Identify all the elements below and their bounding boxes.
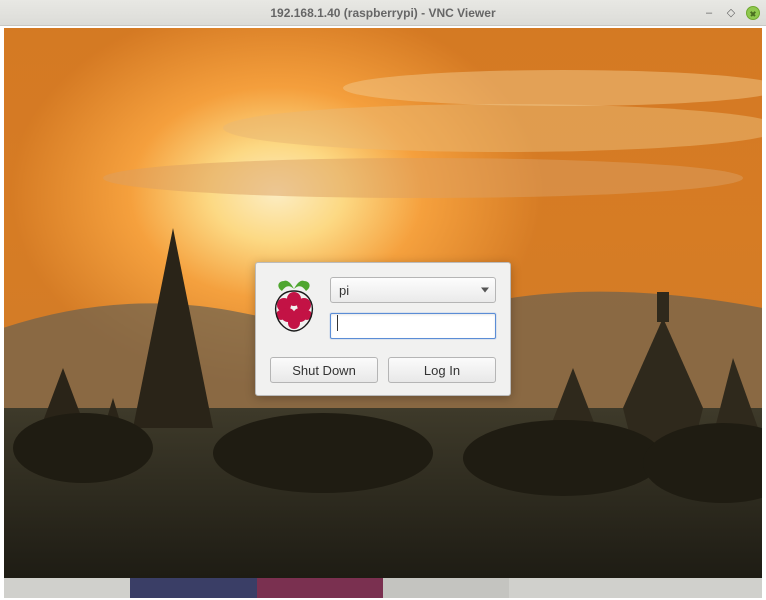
shutdown-button[interactable]: Shut Down <box>270 357 378 383</box>
login-dialog: pi Shut Down Log In <box>255 262 511 396</box>
password-input[interactable] <box>330 313 496 339</box>
username-value: pi <box>339 283 349 298</box>
chevron-down-icon <box>481 288 489 293</box>
thumbnail-strip <box>4 578 762 598</box>
shutdown-label: Shut Down <box>292 363 356 378</box>
window-titlebar: 192.168.1.40 (raspberrypi) - VNC Viewer … <box>0 0 766 26</box>
close-button[interactable] <box>746 6 760 20</box>
maximize-button[interactable]: ◇ <box>724 6 738 20</box>
window-title: 192.168.1.40 (raspberrypi) - VNC Viewer <box>270 6 495 20</box>
raspberry-pi-logo-icon <box>270 277 318 337</box>
window-controls: – ◇ <box>702 6 760 20</box>
vnc-viewport: pi Shut Down Log In <box>0 26 766 600</box>
login-label: Log In <box>424 363 460 378</box>
username-select[interactable]: pi <box>330 277 496 303</box>
minimize-button[interactable]: – <box>702 6 716 20</box>
login-button[interactable]: Log In <box>388 357 496 383</box>
